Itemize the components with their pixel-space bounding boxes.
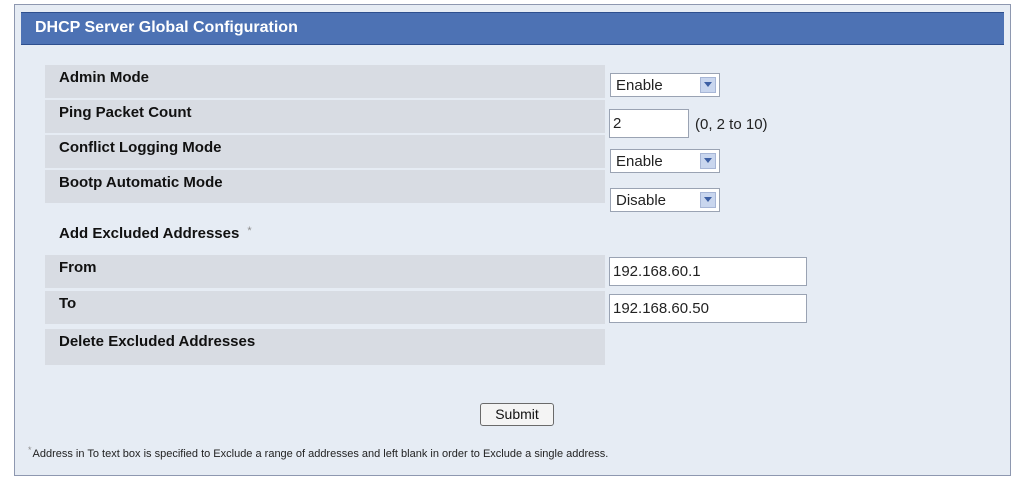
panel-header: DHCP Server Global Configuration	[21, 12, 1004, 45]
to-address-input[interactable]	[609, 294, 807, 323]
to-row: To	[45, 291, 605, 324]
ping-packet-count-hint: (0, 2 to 10)	[695, 116, 768, 133]
conflict-logging-mode-row: Conflict Logging Mode	[45, 135, 605, 168]
from-row: From	[45, 255, 605, 288]
chevron-down-icon[interactable]	[700, 77, 716, 93]
admin-mode-value: Enable	[616, 77, 663, 94]
bootp-automatic-mode-row: Bootp Automatic Mode	[45, 170, 605, 203]
add-excluded-addresses-row: Add Excluded Addresses *	[45, 221, 605, 254]
ping-packet-count-input[interactable]	[609, 109, 689, 138]
conflict-logging-mode-select[interactable]: Enable	[610, 149, 720, 173]
chevron-down-icon[interactable]	[700, 192, 716, 208]
conflict-logging-mode-label: Conflict Logging Mode	[59, 139, 222, 156]
footnote-marker: *	[28, 445, 32, 455]
add-excluded-addresses-heading: Add Excluded Addresses *	[59, 225, 252, 242]
delete-excluded-addresses-label: Delete Excluded Addresses	[59, 333, 256, 350]
required-marker: *	[247, 225, 252, 237]
bootp-automatic-mode-value: Disable	[616, 192, 667, 209]
delete-excluded-addresses-row: Delete Excluded Addresses	[45, 329, 605, 365]
to-label: To	[59, 295, 77, 312]
admin-mode-row: Admin Mode	[45, 65, 605, 98]
bootp-automatic-mode-label: Bootp Automatic Mode	[59, 174, 223, 191]
submit-button[interactable]: Submit	[480, 403, 554, 426]
admin-mode-select[interactable]: Enable	[610, 73, 720, 97]
footnote-text: Address in To text box is specified to E…	[32, 448, 609, 460]
admin-mode-label: Admin Mode	[59, 69, 149, 86]
page-title: DHCP Server Global Configuration	[35, 19, 298, 36]
ping-packet-count-label: Ping Packet Count	[59, 104, 192, 121]
from-address-input[interactable]	[609, 257, 807, 286]
bootp-automatic-mode-select[interactable]: Disable	[610, 188, 720, 212]
chevron-down-icon[interactable]	[700, 153, 716, 169]
dhcp-config-panel: DHCP Server Global Configuration Admin M…	[14, 4, 1011, 476]
add-excluded-addresses-label: Add Excluded Addresses	[59, 225, 240, 242]
footnote: *Address in To text box is specified to …	[28, 445, 609, 460]
ping-packet-count-row: Ping Packet Count	[45, 100, 605, 133]
conflict-logging-mode-value: Enable	[616, 153, 663, 170]
from-label: From	[59, 259, 97, 276]
